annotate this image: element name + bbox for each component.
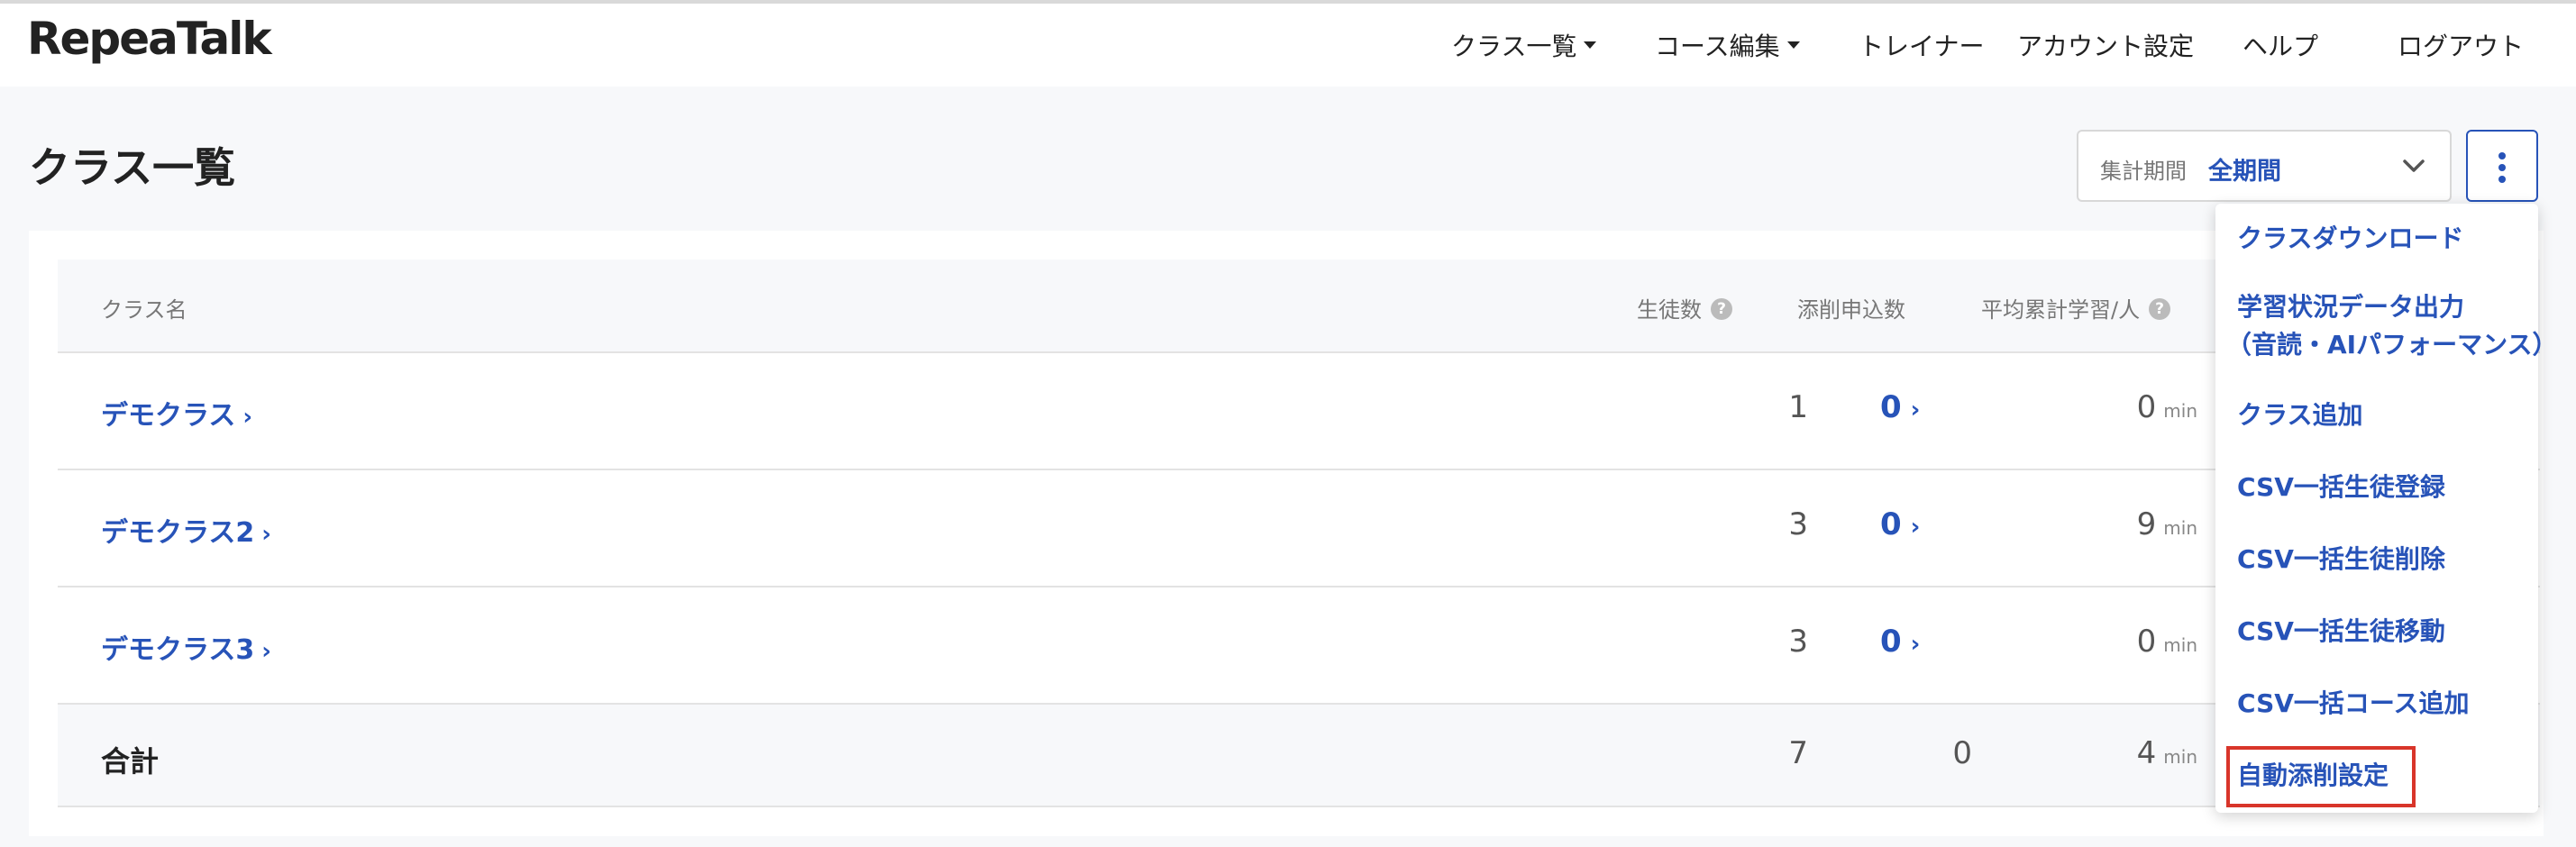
nav-course-edit[interactable]: コース編集 — [1655, 27, 1800, 63]
total-avg-study-value: 4 — [2136, 735, 2157, 771]
chevron-right-icon: › — [1910, 631, 1921, 658]
correction-requests-link[interactable]: 0 › — [1880, 389, 1920, 425]
avg-study-unit: min — [2163, 634, 2197, 656]
avg-study-unit: min — [2163, 517, 2197, 539]
avg-study-value: 0 — [2136, 389, 2157, 425]
menu-learning-data-export[interactable]: 学習状況データ出力 （音読・AIパフォーマンス） — [2226, 288, 2558, 364]
table-row: デモクラス › 1 0 › 0 min — [58, 353, 2540, 470]
col-avg-study-label: 平均累計学習/人 — [1981, 297, 2141, 323]
class-name: デモクラス3 — [101, 634, 255, 666]
correction-requests-count: 0 — [1880, 389, 1902, 425]
more-options-menu: クラスダウンロード 学習状況データ出力 （音読・AIパフォーマンス） クラス追加… — [2215, 204, 2558, 813]
class-link[interactable]: デモクラス3 › — [101, 627, 271, 667]
students-count: 3 — [1788, 624, 1808, 660]
avg-study: 0 min — [2137, 624, 2197, 660]
logo[interactable]: RepeaTalk — [27, 13, 272, 65]
class-link[interactable]: デモクラス › — [101, 393, 252, 433]
top-navbar: RepeaTalk クラス一覧 コース編集 トレイナー アカウント設定 ヘルプ … — [0, 4, 2576, 87]
menu-add-class[interactable]: クラス追加 — [2237, 396, 2362, 434]
caret-down-icon — [1584, 41, 1597, 49]
nav-trainer[interactable]: トレイナー — [1859, 27, 1984, 63]
students-count: 3 — [1788, 506, 1808, 542]
nav-logout[interactable]: ログアウト — [2398, 27, 2524, 63]
correction-requests-link[interactable]: 0 › — [1880, 624, 1920, 660]
avg-study-value: 9 — [2136, 506, 2157, 542]
menu-learning-data-export-line1: 学習状況データ出力 — [2237, 292, 2465, 322]
correction-requests-link[interactable]: 0 › — [1880, 506, 1920, 542]
caret-down-icon — [1786, 41, 1800, 49]
total-students: 7 — [1788, 735, 1808, 771]
students-count: 1 — [1788, 389, 1808, 425]
avg-study: 0 min — [2137, 389, 2197, 425]
chevron-right-icon: › — [261, 638, 271, 665]
col-avg-study: 平均累計学習/人? — [1981, 292, 2171, 323]
col-students: 生徒数? — [1637, 292, 1732, 323]
total-avg-study: 4 min — [2137, 735, 2197, 771]
nav-course-edit-label: コース編集 — [1655, 32, 1780, 61]
page-title: クラス一覧 — [29, 143, 236, 192]
avg-study-unit: min — [2163, 400, 2197, 422]
nav-account-settings[interactable]: アカウント設定 — [2017, 27, 2194, 63]
menu-learning-data-export-line2: （音読・AIパフォーマンス） — [2226, 330, 2558, 360]
menu-csv-bulk-add-course[interactable]: CSV一括コース追加 — [2237, 685, 2470, 723]
nav-class-list[interactable]: クラス一覧 — [1451, 27, 1597, 63]
period-value: 全期間 — [2208, 158, 2281, 186]
menu-csv-bulk-move[interactable]: CSV一括生徒移動 — [2237, 613, 2445, 651]
avg-study: 9 min — [2137, 506, 2197, 542]
class-name: デモクラス2 — [101, 517, 255, 549]
chevron-right-icon: › — [242, 404, 253, 431]
help-icon[interactable]: ? — [2149, 298, 2171, 320]
col-class-name: クラス名 — [101, 297, 187, 323]
class-link[interactable]: デモクラス2 › — [101, 510, 271, 550]
chevron-right-icon: › — [261, 521, 271, 548]
correction-requests-count: 0 — [1880, 624, 1902, 660]
period-label: 集計期間 — [2100, 159, 2187, 184]
class-name: デモクラス — [101, 400, 236, 432]
help-icon[interactable]: ? — [1711, 298, 1732, 320]
total-label: 合計 — [101, 744, 160, 779]
menu-class-download[interactable]: クラスダウンロード — [2237, 220, 2463, 258]
menu-csv-bulk-register[interactable]: CSV一括生徒登録 — [2237, 469, 2445, 506]
period-select[interactable]: 集計期間 全期間 — [2077, 130, 2452, 202]
avg-study-value: 0 — [2136, 624, 2157, 660]
correction-requests-count: 0 — [1880, 506, 1902, 542]
vertical-ellipsis-icon — [2498, 152, 2506, 183]
total-avg-study-unit: min — [2163, 746, 2197, 768]
table-row: デモクラス3 › 3 0 › 0 min — [58, 587, 2540, 705]
menu-auto-correction-settings[interactable]: 自動添削設定 — [2237, 757, 2389, 795]
menu-csv-bulk-delete[interactable]: CSV一括生徒削除 — [2237, 541, 2445, 578]
chevron-right-icon: › — [1910, 514, 1921, 541]
table-row: デモクラス2 › 3 0 › 9 min — [58, 470, 2540, 587]
more-options-button[interactable] — [2466, 130, 2538, 202]
total-row: 合計 7 0 4 min — [58, 705, 2540, 807]
chevron-down-icon — [2403, 159, 2425, 172]
table-header: クラス名 生徒数? 添削申込数 平均累計学習/人? — [58, 260, 2540, 353]
nav-class-list-label: クラス一覧 — [1451, 32, 1577, 61]
nav-help[interactable]: ヘルプ — [2243, 27, 2318, 63]
col-correction-requests: 添削申込数 — [1797, 297, 1905, 323]
total-requests: 0 — [1952, 735, 1972, 771]
col-students-label: 生徒数 — [1637, 297, 1702, 323]
chevron-right-icon: › — [1910, 396, 1921, 424]
